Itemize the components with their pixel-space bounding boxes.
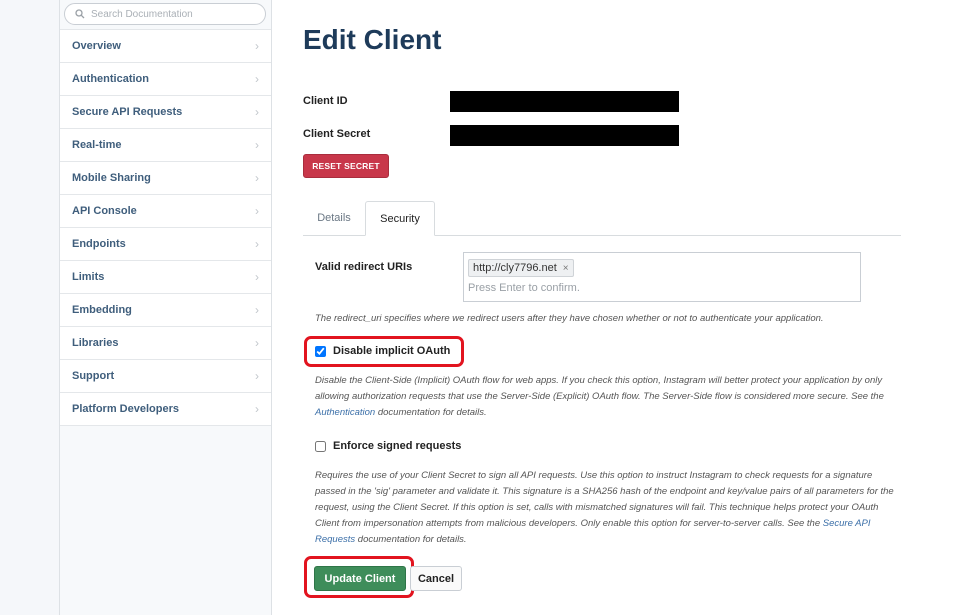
- sidebar-item-label: Endpoints: [72, 238, 126, 250]
- chevron-right-icon: ›: [255, 402, 259, 416]
- docs-sidebar: Overview › Authentication › Secure API Req…: [59, 0, 272, 615]
- chevron-right-icon: ›: [255, 171, 259, 185]
- redirect-uri-input[interactable]: [468, 282, 848, 294]
- sidebar-item-label: Embedding: [72, 304, 132, 316]
- tab-details[interactable]: Details: [303, 201, 365, 234]
- page-background-left: [0, 0, 60, 615]
- client-id-label: Client ID: [303, 95, 348, 107]
- chevron-right-icon: ›: [255, 138, 259, 152]
- signed-requests-option[interactable]: Enforce signed requests: [315, 440, 461, 452]
- chevron-right-icon: ›: [255, 336, 259, 350]
- authentication-link[interactable]: Authentication: [315, 407, 375, 418]
- sidebar-item-overview[interactable]: Overview ›: [60, 29, 271, 62]
- sidebar-item-limits[interactable]: Limits ›: [60, 260, 271, 293]
- remove-tag-icon[interactable]: ×: [563, 263, 569, 274]
- reset-secret-button[interactable]: RESET SECRET: [303, 154, 389, 178]
- sidebar-item-label: API Console: [72, 205, 137, 217]
- client-secret-label: Client Secret: [303, 128, 371, 140]
- client-tabs: Details Security: [303, 201, 901, 236]
- page-title: Edit Client: [303, 24, 442, 55]
- chevron-right-icon: ›: [255, 270, 259, 284]
- sidebar-item-label: Limits: [72, 271, 105, 283]
- implicit-oauth-option[interactable]: Disable implicit OAuth: [315, 345, 450, 357]
- implicit-oauth-label: Disable implicit OAuth: [333, 345, 451, 357]
- sidebar-item-support[interactable]: Support ›: [60, 359, 271, 392]
- sidebar-item-mobile-sharing[interactable]: Mobile Sharing ›: [60, 161, 271, 194]
- sidebar-item-embedding[interactable]: Embedding ›: [60, 293, 271, 326]
- client-secret-value-redacted: [450, 125, 679, 146]
- signed-requests-checkbox[interactable]: [315, 440, 326, 452]
- search-box[interactable]: [64, 3, 266, 25]
- implicit-help-text: Disable the Client-Side (Implicit) OAuth…: [315, 375, 884, 402]
- chevron-right-icon: ›: [255, 237, 259, 251]
- signed-help-text: Requires the use of your Client Secret t…: [315, 470, 894, 529]
- update-client-button[interactable]: Update Client: [314, 566, 406, 591]
- search-icon: [71, 5, 89, 23]
- sidebar-item-authentication[interactable]: Authentication ›: [60, 62, 271, 95]
- sidebar-item-api-console[interactable]: API Console ›: [60, 194, 271, 227]
- chevron-right-icon: ›: [255, 204, 259, 218]
- sidebar-item-label: Secure API Requests: [72, 106, 183, 118]
- sidebar-item-label: Platform Developers: [72, 403, 179, 415]
- signed-requests-label: Enforce signed requests: [333, 440, 462, 452]
- signed-help-text-end: documentation for details.: [355, 534, 467, 545]
- sidebar-item-label: Mobile Sharing: [72, 172, 151, 184]
- chevron-right-icon: ›: [255, 39, 259, 53]
- cancel-button[interactable]: Cancel: [410, 566, 462, 591]
- sidebar-item-platform-developers[interactable]: Platform Developers ›: [60, 392, 271, 426]
- chevron-right-icon: ›: [255, 303, 259, 317]
- sidebar-nav: Overview › Authentication › Secure API Req…: [60, 29, 271, 426]
- sidebar-item-secure-api-requests[interactable]: Secure API Requests ›: [60, 95, 271, 128]
- redirect-uris-field[interactable]: http://cly7796.net ×: [463, 252, 861, 302]
- implicit-oauth-help: Disable the Client-Side (Implicit) OAuth…: [315, 373, 895, 421]
- sidebar-item-label: Libraries: [72, 337, 119, 349]
- chevron-right-icon: ›: [255, 105, 259, 119]
- chevron-right-icon: ›: [255, 72, 259, 86]
- redirect-uri-tag-text: http://cly7796.net: [473, 262, 557, 274]
- chevron-right-icon: ›: [255, 369, 259, 383]
- redirect-uri-help: The redirect_uri specifies where we redi…: [315, 313, 824, 324]
- sidebar-item-label: Support: [72, 370, 115, 382]
- redirect-uri-tag: http://cly7796.net ×: [468, 259, 574, 277]
- tab-security[interactable]: Security: [365, 201, 435, 236]
- sidebar-item-label: Authentication: [72, 73, 149, 85]
- implicit-help-text-end: documentation for details.: [375, 407, 487, 418]
- sidebar-item-label: Real-time: [72, 139, 122, 151]
- client-id-value-redacted: [450, 91, 679, 112]
- sidebar-item-real-time[interactable]: Real-time ›: [60, 128, 271, 161]
- search-input[interactable]: [89, 8, 263, 20]
- sidebar-item-libraries[interactable]: Libraries ›: [60, 326, 271, 359]
- redirect-uris-label: Valid redirect URIs: [315, 261, 413, 273]
- signed-requests-help: Requires the use of your Client Secret t…: [315, 468, 895, 548]
- sidebar-item-endpoints[interactable]: Endpoints ›: [60, 227, 271, 260]
- implicit-oauth-checkbox[interactable]: [315, 345, 326, 357]
- sidebar-item-label: Overview: [72, 40, 121, 52]
